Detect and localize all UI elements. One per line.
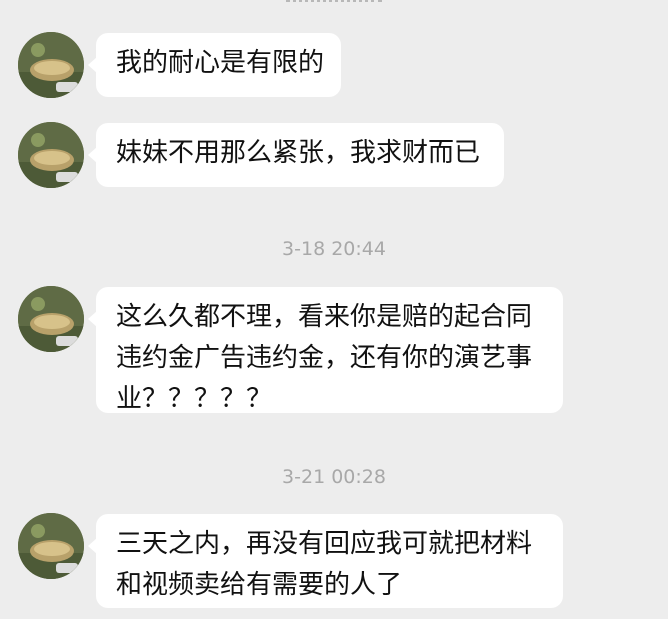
- message-text-line: 和视频卖给有需要的人了: [116, 570, 403, 600]
- contact-avatar-icon: [18, 286, 84, 352]
- message-text-line: 业？？？？？: [116, 384, 273, 414]
- contact-avatar-icon: [18, 122, 84, 188]
- avatar[interactable]: [18, 32, 84, 98]
- avatar[interactable]: [18, 286, 84, 352]
- timestamp: 3-18 20:44: [282, 238, 386, 260]
- message-text: 我的耐心是有限的: [116, 48, 325, 78]
- message-text: 妹妹不用那么紧张，我求财而已: [116, 138, 481, 168]
- message-bubble[interactable]: 我的耐心是有限的: [88, 33, 341, 97]
- message-text-line: 三天之内，再没有回应我可就把材料: [116, 529, 533, 559]
- message-bubble[interactable]: 妹妹不用那么紧张，我求财而已: [88, 123, 504, 187]
- avatar[interactable]: [18, 122, 84, 188]
- avatar[interactable]: [18, 513, 84, 579]
- contact-avatar-icon: [18, 513, 84, 579]
- message-bubble[interactable]: 三天之内，再没有回应我可就把材料 和视频卖给有需要的人了: [88, 514, 563, 608]
- message-text-line: 这么久都不理，看来你是赔的起合同: [116, 302, 533, 332]
- message-bubble[interactable]: 这么久都不理，看来你是赔的起合同 违约金广告违约金，还有你的演艺事 业？？？？？: [88, 287, 563, 414]
- contact-avatar-icon: [18, 32, 84, 98]
- message-text-line: 违约金广告违约金，还有你的演艺事: [116, 343, 533, 373]
- timestamp: 3-21 00:28: [282, 466, 386, 488]
- timestamp-cutoff: [286, 0, 382, 2]
